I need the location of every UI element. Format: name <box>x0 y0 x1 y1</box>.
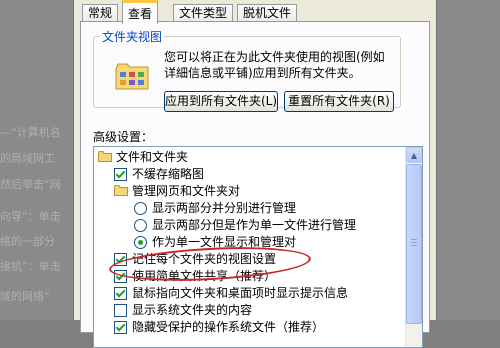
list-item-label: 显示系统文件夹的内容 <box>132 303 253 317</box>
scroll-thumb[interactable] <box>406 164 422 324</box>
folder-icon <box>114 185 128 196</box>
reset-all-folders-button[interactable]: 重置所有文件夹(R) <box>284 91 394 112</box>
list-item-show-both-separately[interactable]: 显示两部分并分别进行管理 <box>134 200 404 217</box>
list-item-no-thumbnail-cache[interactable]: 不缓存缩略图 <box>114 166 404 183</box>
apply-to-all-folders-button[interactable]: 应用到所有文件夹(L) <box>164 91 278 112</box>
folder-views-description: 您可以将正在为此文件夹使用的视图(例如详細信息或平铺)应用到所有文件夹。 <box>164 50 385 80</box>
list-item-hide-protected-os-files[interactable]: 隐藏受保护的操作系统文件（推荐） <box>114 319 404 336</box>
background-line: 的局域网工 <box>0 152 55 165</box>
list-item-simple-file-sharing[interactable]: 使用简单文件共享（推荐） <box>114 268 404 285</box>
checkbox[interactable] <box>114 304 127 317</box>
grip-line <box>411 245 417 246</box>
checkbox[interactable] <box>114 321 127 334</box>
checkbox[interactable] <box>114 253 127 266</box>
vertical-scrollbar[interactable]: ▲ <box>405 147 422 347</box>
list-item-label: 鼠标指向文件夹和桌面项时显示提示信息 <box>132 286 349 300</box>
list-item-files-and-folders: 文件和文件夹 <box>98 149 398 166</box>
advanced-settings-list[interactable]: 文件和文件夹 不缓存缩略图 管理网页和文件夹对 显示两部分并分别进行管理 显示两… <box>93 146 423 348</box>
scroll-up-arrow-icon[interactable]: ▲ <box>406 147 422 163</box>
checkbox[interactable] <box>114 287 127 300</box>
list-item-label: 作为单一文件显示和管理对 <box>152 235 297 249</box>
folder-views-icon <box>115 63 149 90</box>
list-item-label: 管理网页和文件夹对 <box>132 184 241 198</box>
tab-view[interactable]: 查看 <box>122 0 159 24</box>
list-item-label: 显示两部分并分别进行管理 <box>152 201 297 215</box>
background-line: 接机”：单击 <box>0 260 61 273</box>
list-item-remember-view-settings[interactable]: 记住每个文件夹的视图设置 <box>114 251 404 268</box>
list-item-label: 记住每个文件夹的视图设置 <box>132 252 277 266</box>
list-item-label: 文件和文件夹 <box>116 150 189 164</box>
background-line: 向导”：单击 <box>0 210 61 223</box>
tab-offline-files[interactable]: 脱机文件 <box>237 4 298 22</box>
list-item-show-both-single-file[interactable]: 显示两部分但是作为单一文件进行管理 <box>134 217 404 234</box>
radio-button[interactable] <box>134 236 147 249</box>
checkbox[interactable] <box>114 270 127 283</box>
checkbox[interactable] <box>114 168 127 181</box>
background-line: 域的网络” <box>0 290 50 303</box>
background-line: —“计算机名 <box>0 126 61 139</box>
tab-strip: 常规 查看 文件类型 脱机文件 <box>80 0 430 24</box>
background-line: 然后单击“网 <box>0 178 61 191</box>
view-tab-panel: 文件夹视图 您可以将正在为此文件夹使用的视图(例如详細信息或平铺)应用到所有文件… <box>80 21 430 348</box>
grip-line <box>411 242 417 243</box>
list-item-label: 隐藏受保护的操作系统文件（推荐） <box>132 320 325 334</box>
folder-views-group: 文件夹视图 您可以将正在为此文件夹使用的视图(例如详細信息或平铺)应用到所有文件… <box>93 28 401 112</box>
tab-general[interactable]: 常规 <box>82 4 119 22</box>
folder-options-dialog: 常规 查看 文件类型 脱机文件 文件夹视图 您可以将正在为此文件夹使用的视图(例… <box>73 0 437 348</box>
background-line: 络的一部分 <box>0 235 55 248</box>
grip-line <box>411 239 417 240</box>
list-item-label: 显示两部分但是作为单一文件进行管理 <box>152 218 357 232</box>
radio-button[interactable] <box>134 202 147 215</box>
advanced-settings-label: 高级设置： <box>93 130 154 144</box>
list-item-label: 使用简单文件共享（推荐） <box>132 269 277 283</box>
folder-views-legend: 文件夹视图 <box>102 30 163 44</box>
tab-file-types[interactable]: 文件类型 <box>173 4 234 22</box>
list-item-single-file-manage[interactable]: 作为单一文件显示和管理对 <box>134 234 404 251</box>
folder-icon <box>98 151 112 162</box>
list-item-show-system-folder-contents[interactable]: 显示系统文件夹的内容 <box>114 302 404 319</box>
list-item-label: 不缓存缩略图 <box>132 167 205 181</box>
radio-button[interactable] <box>134 219 147 232</box>
list-item-manage-webpages: 管理网页和文件夹对 <box>114 183 404 200</box>
list-item-show-popup-tips[interactable]: 鼠标指向文件夹和桌面项时显示提示信息 <box>114 285 404 302</box>
